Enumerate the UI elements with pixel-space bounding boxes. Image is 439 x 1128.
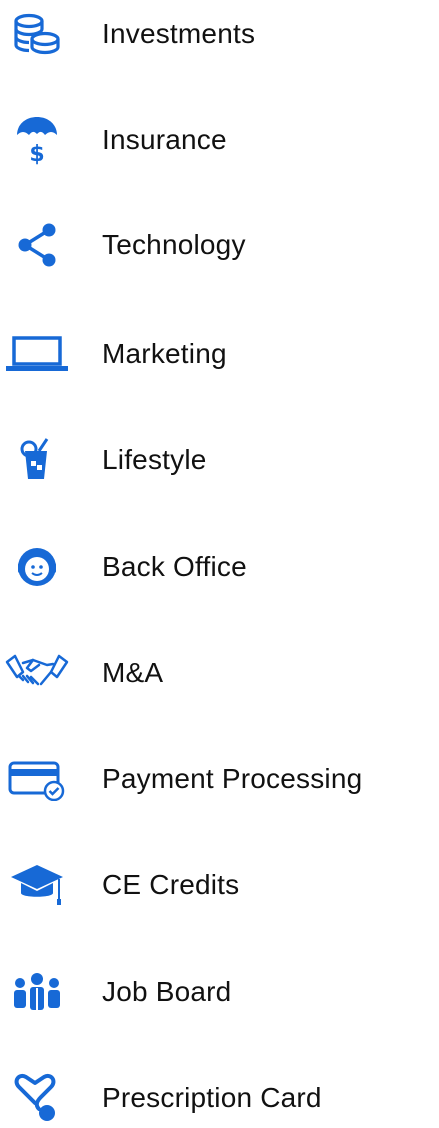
menu-item-label: CE Credits — [102, 869, 240, 900]
menu-item-label: Technology — [102, 229, 246, 260]
menu-item-marketing[interactable]: Marketing — [0, 324, 439, 384]
menu-item-m-and-a[interactable]: M&A — [0, 643, 439, 703]
menu-item-label: Payment Processing — [102, 763, 363, 794]
menu-item-label: Back Office — [102, 551, 247, 582]
menu-item-payment-processing[interactable]: Payment Processing — [0, 749, 439, 809]
stethoscope-heart-icon — [4, 1074, 70, 1122]
credit-card-check-icon — [4, 755, 70, 803]
headset-support-icon — [4, 543, 70, 591]
menu-item-label: M&A — [102, 657, 164, 688]
menu-item-lifestyle[interactable]: Lifestyle — [0, 430, 439, 490]
umbrella-dollar-icon: $ — [4, 116, 70, 165]
menu-item-label: Marketing — [102, 338, 227, 369]
menu-item-prescription-card[interactable]: Prescription Card — [0, 1068, 439, 1128]
menu-item-label: Lifestyle — [102, 444, 207, 475]
category-menu: Investments $ Insurance Technology Marke… — [0, 0, 439, 1127]
graduation-cap-icon — [4, 861, 70, 909]
laptop-icon — [4, 330, 70, 378]
menu-item-label: Job Board — [102, 976, 232, 1007]
menu-item-insurance[interactable]: $ Insurance — [0, 110, 439, 170]
menu-item-label: Insurance — [102, 124, 227, 155]
handshake-icon — [4, 649, 70, 697]
menu-item-back-office[interactable]: Back Office — [0, 537, 439, 597]
menu-item-job-board[interactable]: Job Board — [0, 962, 439, 1022]
menu-item-label: Investments — [102, 18, 256, 49]
menu-item-investments[interactable]: Investments — [0, 4, 439, 64]
drink-icon — [4, 436, 70, 484]
menu-item-ce-credits[interactable]: CE Credits — [0, 855, 439, 915]
svg-text:$: $ — [29, 142, 44, 165]
share-nodes-icon — [4, 221, 70, 269]
menu-item-label: Prescription Card — [102, 1082, 322, 1113]
team-people-icon — [4, 968, 70, 1016]
menu-item-technology[interactable]: Technology — [0, 215, 439, 275]
coins-stack-icon — [4, 10, 70, 58]
